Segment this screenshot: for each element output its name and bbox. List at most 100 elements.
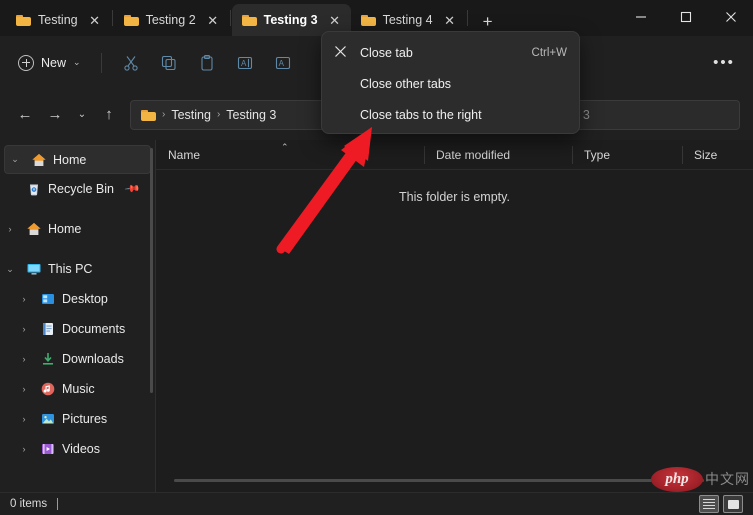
column-label: Name: [168, 147, 201, 162]
chevron-right-icon[interactable]: ›: [14, 294, 34, 304]
tab-label: Testing: [38, 13, 78, 27]
chevron-right-icon[interactable]: ›: [14, 444, 34, 454]
chevron-right-icon[interactable]: ›: [14, 384, 34, 394]
details-view-toggle[interactable]: [699, 495, 719, 513]
pictures-icon: [40, 411, 56, 427]
documents-icon: [40, 321, 56, 337]
menu-item-label: Close tabs to the right: [360, 107, 482, 122]
sidebar-item-label: Home: [53, 152, 87, 167]
chevron-right-icon[interactable]: ›: [0, 224, 20, 234]
menu-item-close-tab[interactable]: Close tab Ctrl+W: [322, 37, 579, 68]
tab-label: Testing 3: [263, 13, 318, 27]
paste-button[interactable]: [188, 47, 226, 79]
tab-close-icon[interactable]: ✕: [203, 10, 223, 30]
sidebar-item-this-pc[interactable]: ⌄ This PC: [0, 254, 155, 284]
sidebar-item-documents[interactable]: › Documents: [0, 314, 155, 344]
recent-locations-button[interactable]: ⌄: [70, 100, 94, 130]
breadcrumb-separator: ›: [216, 109, 221, 120]
sidebar-item-home-selected[interactable]: ⌄ Home: [4, 145, 151, 174]
up-button[interactable]: ↑: [94, 100, 124, 130]
folder-icon: [16, 14, 31, 26]
status-bar: 0 items: [0, 492, 753, 515]
column-label: Type: [584, 147, 611, 162]
column-header-type[interactable]: Type: [572, 140, 682, 170]
new-button[interactable]: New ⌄: [10, 48, 91, 78]
tab-close-icon[interactable]: ✕: [85, 10, 105, 30]
sidebar-item-label: Recycle Bin: [48, 182, 114, 196]
column-label: Size: [694, 147, 718, 162]
chevron-right-icon[interactable]: ›: [14, 354, 34, 364]
menu-item-close-other-tabs[interactable]: Close other tabs: [322, 68, 579, 99]
close-icon[interactable]: [708, 0, 753, 33]
home-icon: [31, 152, 47, 168]
chevron-right-icon[interactable]: ›: [14, 414, 34, 424]
rename-button[interactable]: A: [226, 47, 264, 79]
line: [703, 504, 715, 507]
sidebar-item-label: Desktop: [62, 292, 108, 306]
sidebar-item-label: Music: [62, 382, 95, 396]
column-header-name[interactable]: Name ⌃: [156, 140, 424, 170]
sidebar-item-videos[interactable]: › Videos: [0, 434, 155, 464]
large-icons-view-toggle[interactable]: [723, 495, 743, 513]
svg-text:A: A: [241, 59, 247, 68]
square: [727, 499, 739, 509]
file-list-pane: Name ⌃ Date modified Type Size This fold…: [156, 140, 753, 492]
back-button[interactable]: ←: [10, 100, 40, 130]
sidebar-item-home[interactable]: › Home: [0, 214, 155, 244]
column-header-date-modified[interactable]: Date modified: [424, 140, 572, 170]
this-pc-icon: [26, 261, 42, 277]
sidebar-item-pictures[interactable]: › Pictures: [0, 404, 155, 434]
sidebar-item-music[interactable]: › Music: [0, 374, 155, 404]
music-icon: [40, 381, 56, 397]
see-more-button[interactable]: •••: [705, 47, 743, 79]
file-explorer-window: Testing ✕ Testing 2 ✕ Testing 3 ✕ Testin…: [0, 0, 753, 515]
tab-divider: [466, 10, 468, 26]
plus-icon: [18, 54, 34, 71]
breadcrumb-item-testing[interactable]: Testing: [171, 108, 211, 122]
tab-divider: [229, 10, 231, 26]
desktop-icon: [40, 291, 56, 307]
view-toggle-group: [699, 495, 743, 513]
folder-icon: [360, 14, 376, 26]
sidebar-item-recycle-bin[interactable]: Recycle Bin 📌: [0, 174, 155, 204]
column-headers: Name ⌃ Date modified Type Size: [156, 140, 753, 170]
tab-testing[interactable]: Testing ✕: [6, 4, 111, 36]
recycle-bin-icon: [26, 181, 42, 197]
tab-close-icon[interactable]: ✕: [440, 10, 460, 30]
tab-testing-2[interactable]: Testing 2 ✕: [114, 4, 229, 36]
tab-divider: [111, 10, 113, 26]
main-body: ⌄ Home Recycle Bin 📌 › Home ⌄ This PC › …: [0, 140, 753, 492]
sidebar-item-desktop[interactable]: › Desktop: [0, 284, 155, 314]
cut-button[interactable]: [112, 47, 150, 79]
pin-icon: 📌: [123, 180, 141, 198]
share-button[interactable]: A: [264, 47, 302, 79]
folder-icon: [141, 109, 156, 121]
chevron-down-icon[interactable]: ⌄: [5, 154, 25, 165]
forward-button[interactable]: →: [40, 100, 70, 130]
sidebar-item-label: Home: [48, 222, 82, 236]
sidebar-item-label: This PC: [48, 262, 93, 276]
sidebar-item-downloads[interactable]: › Downloads: [0, 344, 155, 374]
column-header-size[interactable]: Size: [682, 140, 752, 170]
breadcrumb-separator: ›: [162, 109, 166, 120]
sidebar-scrollbar[interactable]: [150, 148, 153, 393]
tab-close-icon[interactable]: ✕: [325, 10, 345, 30]
breadcrumb-item-testing-3[interactable]: Testing 3: [226, 108, 276, 122]
menu-item-close-tabs-to-the-right[interactable]: Close tabs to the right: [322, 99, 579, 130]
horizontal-scrollbar[interactable]: [174, 479, 704, 482]
maximize-icon[interactable]: [663, 0, 708, 33]
chevron-right-icon[interactable]: ›: [14, 324, 34, 334]
line: [703, 498, 715, 501]
svg-text:A: A: [278, 59, 284, 68]
tab-label: Testing 4: [382, 13, 433, 27]
tab-context-menu: Close tab Ctrl+W Close other tabs Close …: [321, 31, 580, 134]
menu-item-label: Close tab: [360, 45, 413, 60]
line: [703, 507, 715, 510]
copy-button[interactable]: [150, 47, 188, 79]
item-count-label: 0 items: [10, 498, 48, 510]
chevron-down-icon: ⌄: [73, 57, 81, 67]
new-button-label: New: [41, 55, 67, 70]
chevron-down-icon[interactable]: ⌄: [0, 264, 20, 275]
minimize-icon[interactable]: [618, 0, 663, 33]
folder-icon: [241, 14, 257, 26]
